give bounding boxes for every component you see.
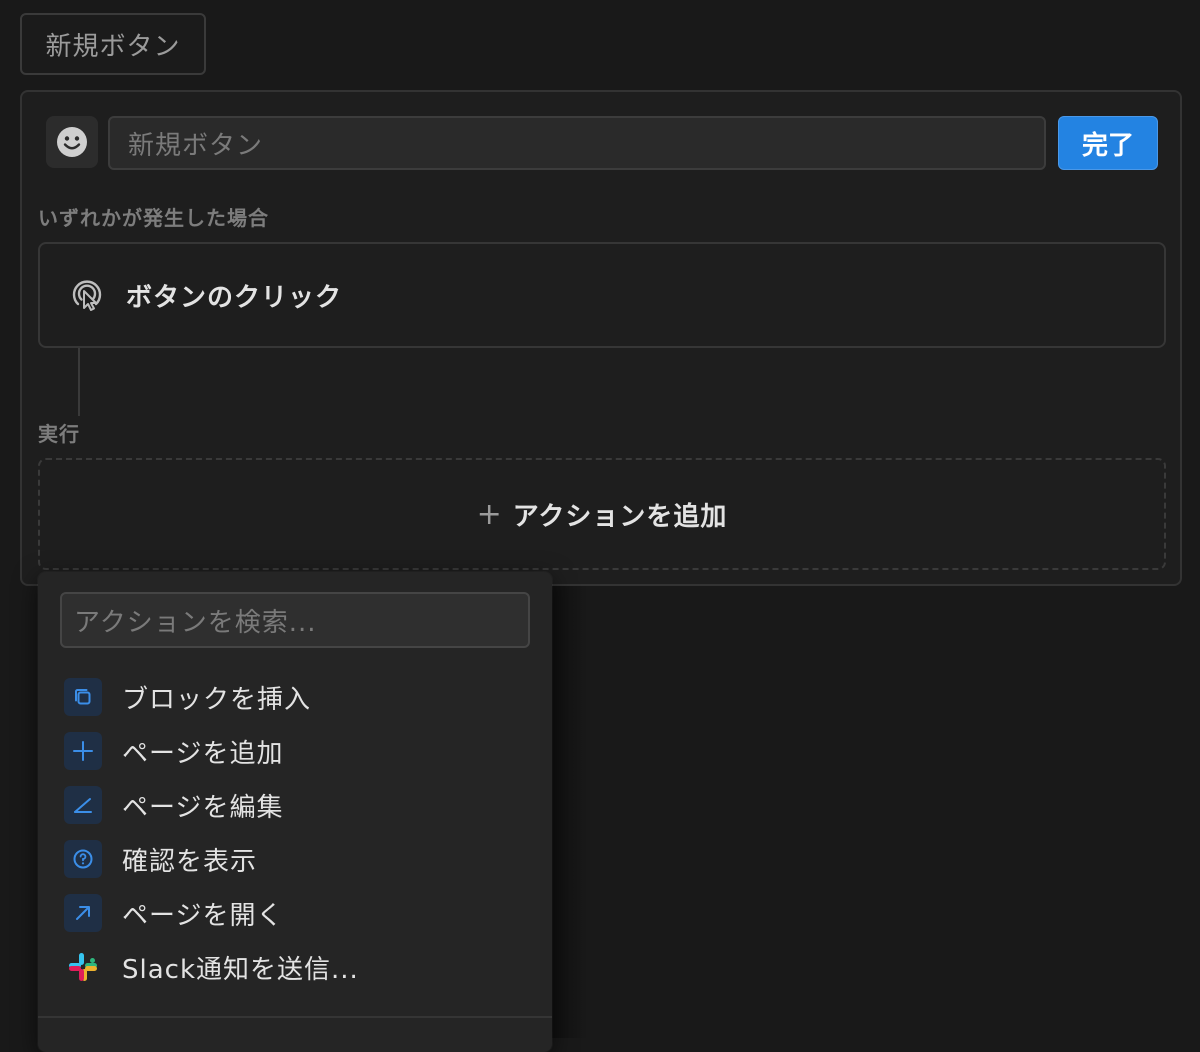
plus-icon [64, 732, 102, 770]
action-list: ブロックを挿入 ページを追加 ページを編集 確認を表示 ページを開く Slack… [64, 670, 534, 994]
flow-connector-line [78, 348, 80, 416]
done-button[interactable]: 完了 [1058, 116, 1158, 170]
menu-item-insert-block[interactable]: ブロックを挿入 [64, 670, 534, 724]
menu-item-label: ページを開く [122, 900, 284, 931]
menu-item-label: ページを編集 [122, 792, 284, 823]
trigger-card[interactable]: ボタンのクリック [38, 242, 1166, 348]
menu-item-open-page[interactable]: ページを開く [64, 886, 534, 940]
menu-item-label: ページを追加 [122, 738, 284, 769]
trigger-label: ボタンのクリック [126, 282, 343, 313]
dropdown-divider [38, 1016, 552, 1018]
button-name-chip[interactable]: 新規ボタン [20, 13, 206, 75]
action-search-input[interactable]: アクションを検索... [60, 592, 530, 648]
action-section-label: 実行 [38, 422, 80, 446]
question-circle-icon [64, 840, 102, 878]
menu-item-label: ブロックを挿入 [122, 684, 312, 715]
button-editor-panel: 新規ボタン 完了 いずれかが発生した場合 ボタンのクリック 実行 + アクション… [20, 90, 1182, 586]
plus-icon: + [476, 496, 503, 532]
add-action-label: アクションを追加 [512, 501, 728, 532]
menu-item-label: 確認を表示 [122, 846, 258, 877]
edit-angle-icon [64, 786, 102, 824]
slack-icon [64, 948, 102, 986]
copy-block-icon [64, 678, 102, 716]
menu-item-show-confirmation[interactable]: 確認を表示 [64, 832, 534, 886]
click-cursor-icon [68, 276, 106, 314]
add-action-button[interactable]: + アクションを追加 [38, 458, 1166, 570]
arrow-up-right-icon [64, 894, 102, 932]
menu-item-add-page[interactable]: ページを追加 [64, 724, 534, 778]
action-dropdown-menu: アクションを検索... ブロックを挿入 ページを追加 ページを編集 確認を表示 … [38, 572, 552, 1052]
emoji-picker-button[interactable] [46, 116, 98, 168]
trigger-section-label: いずれかが発生した場合 [38, 206, 269, 230]
menu-item-label: Slack通知を送信... [122, 954, 359, 985]
menu-item-edit-page[interactable]: ページを編集 [64, 778, 534, 832]
dropdown-shadow [552, 586, 588, 1038]
menu-item-send-slack[interactable]: Slack通知を送信... [64, 940, 534, 994]
button-name-input[interactable]: 新規ボタン [108, 116, 1046, 170]
smiley-icon [57, 127, 87, 157]
